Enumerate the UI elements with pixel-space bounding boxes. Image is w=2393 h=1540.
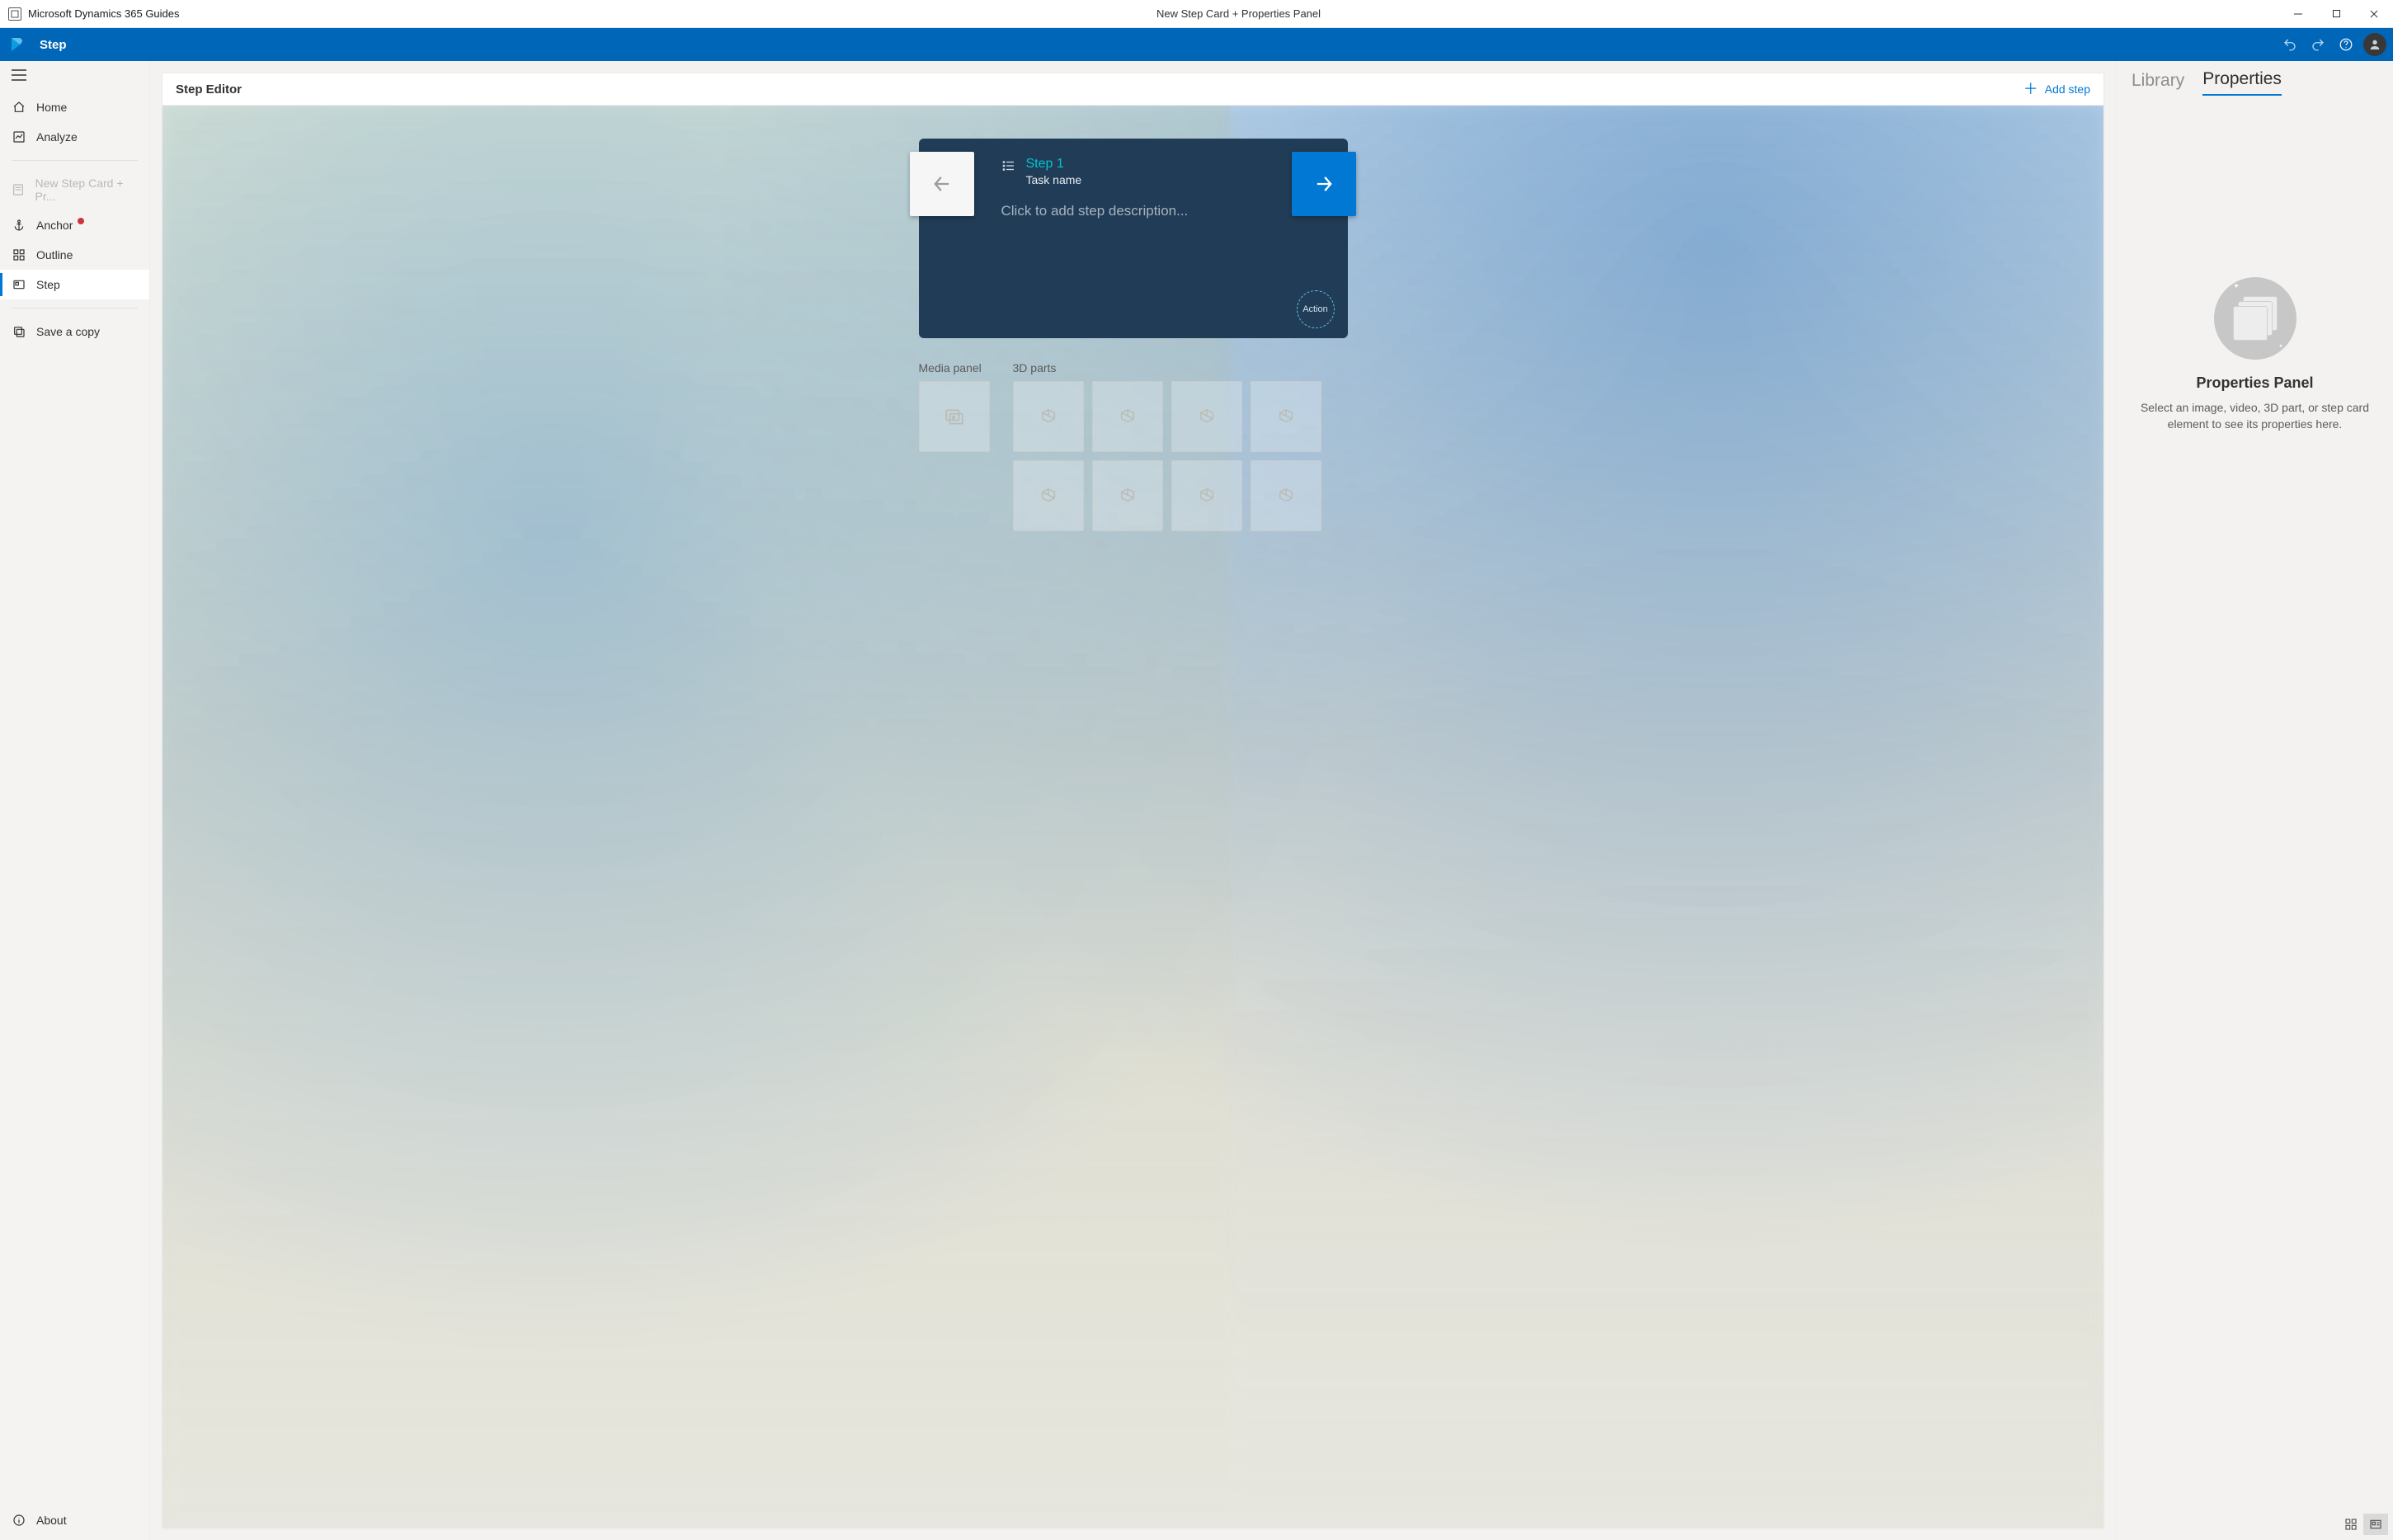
right-panel-tabs: Library Properties bbox=[2117, 61, 2393, 96]
app-title: Microsoft Dynamics 365 Guides bbox=[0, 0, 198, 27]
sidebar-item-label: Step bbox=[36, 278, 60, 291]
sidebar-item-analyze[interactable]: Analyze bbox=[0, 122, 149, 152]
right-panel-view-toggle bbox=[2117, 1510, 2393, 1540]
ribbon-page-title: Step bbox=[36, 38, 67, 52]
step-editor-header: Step Editor ＋ Add step bbox=[163, 73, 2103, 106]
hamburger-button[interactable] bbox=[0, 61, 149, 89]
part-slot[interactable] bbox=[1092, 460, 1163, 531]
part-slot[interactable] bbox=[1013, 460, 1084, 531]
add-step-label: Add step bbox=[2045, 82, 2090, 96]
sidebar-item-label: Anchor bbox=[36, 219, 73, 232]
sidebar-item-label: About bbox=[36, 1514, 67, 1527]
main-region: Home Analyze New Step Card + Pr... bbox=[0, 61, 2393, 1540]
sidebar-item-label: Outline bbox=[36, 248, 73, 261]
sidebar-item-label: Analyze bbox=[36, 130, 78, 144]
parts-panel-column: 3D parts bbox=[1013, 361, 1321, 531]
document-title: New Step Card + Properties Panel bbox=[198, 0, 2279, 27]
nav-document: New Step Card + Pr... Anchor Outline S bbox=[0, 166, 149, 303]
app-title-text: Microsoft Dynamics 365 Guides bbox=[28, 7, 180, 20]
previous-step-button[interactable] bbox=[910, 152, 974, 216]
step-description-input[interactable]: Click to add step description... bbox=[919, 191, 1348, 323]
part-slot[interactable] bbox=[1092, 381, 1163, 452]
step-icon bbox=[12, 277, 26, 292]
task-name-label[interactable]: Task name bbox=[1026, 173, 1082, 186]
home-icon bbox=[12, 100, 26, 115]
sidebar: Home Analyze New Step Card + Pr... bbox=[0, 61, 150, 1540]
sidebar-item-label: New Step Card + Pr... bbox=[35, 177, 139, 203]
sidebar-item-about[interactable]: About bbox=[0, 1505, 149, 1535]
detail-view-button[interactable] bbox=[2363, 1514, 2388, 1535]
part-slot[interactable] bbox=[1171, 381, 1242, 452]
anchor-icon bbox=[12, 218, 26, 233]
sidebar-item-outline[interactable]: Outline bbox=[0, 240, 149, 270]
nav-primary: Home Analyze bbox=[0, 89, 149, 155]
app-icon bbox=[8, 7, 21, 21]
window-controls bbox=[2279, 0, 2393, 27]
action-chip-label: Action bbox=[1302, 304, 1328, 314]
right-panel: Library Properties Properties Panel Sele… bbox=[2116, 61, 2393, 1540]
properties-empty-state: Properties Panel Select an image, video,… bbox=[2117, 96, 2393, 1510]
editor-stage: Step 1 Task name Click to add step descr… bbox=[163, 106, 2103, 1528]
task-list-icon bbox=[1001, 158, 1016, 173]
sidebar-item-step[interactable]: Step bbox=[0, 270, 149, 299]
step-card[interactable]: Step 1 Task name Click to add step descr… bbox=[919, 139, 1348, 338]
help-button[interactable] bbox=[2332, 31, 2360, 59]
part-slot[interactable] bbox=[1171, 460, 1242, 531]
save-copy-icon bbox=[12, 324, 26, 339]
window-minimize-button[interactable] bbox=[2279, 0, 2317, 27]
tab-library[interactable]: Library bbox=[2132, 71, 2184, 96]
sidebar-item-save-copy[interactable]: Save a copy bbox=[0, 317, 149, 346]
asset-panels: Media panel 3D parts bbox=[919, 361, 1348, 531]
sidebar-item-label: Save a copy bbox=[36, 325, 100, 338]
redo-button[interactable] bbox=[2304, 31, 2332, 59]
sidebar-item-home[interactable]: Home bbox=[0, 92, 149, 122]
step-card-header: Step 1 Task name bbox=[919, 139, 1348, 191]
app-ribbon: Step bbox=[0, 28, 2393, 61]
part-slot[interactable] bbox=[1013, 381, 1084, 452]
info-icon bbox=[12, 1513, 26, 1528]
outline-icon bbox=[12, 247, 26, 262]
part-slot[interactable] bbox=[1251, 381, 1321, 452]
media-slot[interactable] bbox=[919, 381, 990, 452]
window-close-button[interactable] bbox=[2355, 0, 2393, 27]
add-step-button[interactable]: ＋ Add step bbox=[2023, 82, 2090, 97]
undo-button[interactable] bbox=[2276, 31, 2304, 59]
analyze-icon bbox=[12, 130, 26, 144]
nav-divider bbox=[12, 160, 138, 161]
properties-empty-description: Select an image, video, 3D part, or step… bbox=[2140, 400, 2370, 432]
nav-actions: Save a copy bbox=[0, 313, 149, 350]
step-editor-card: Step Editor ＋ Add step bbox=[162, 73, 2104, 1528]
properties-empty-icon bbox=[2214, 277, 2296, 360]
step-number-label[interactable]: Step 1 bbox=[1026, 157, 1082, 172]
parts-panel-label: 3D parts bbox=[1013, 361, 1321, 374]
media-panel-column: Media panel bbox=[919, 361, 990, 531]
plus-icon: ＋ bbox=[2023, 82, 2038, 97]
user-avatar[interactable] bbox=[2363, 33, 2386, 56]
window-titlebar: Microsoft Dynamics 365 Guides New Step C… bbox=[0, 0, 2393, 28]
part-slot[interactable] bbox=[1251, 460, 1321, 531]
tab-properties[interactable]: Properties bbox=[2202, 69, 2282, 96]
document-icon bbox=[12, 182, 26, 197]
window-maximize-button[interactable] bbox=[2317, 0, 2355, 27]
sidebar-item-anchor[interactable]: Anchor bbox=[0, 210, 149, 240]
grid-view-button[interactable] bbox=[2339, 1514, 2363, 1535]
dynamics-logo-icon[interactable] bbox=[0, 28, 36, 61]
action-chip[interactable]: Action bbox=[1297, 290, 1335, 328]
sidebar-item-label: Home bbox=[36, 101, 67, 114]
step-editor-title: Step Editor bbox=[176, 82, 242, 97]
next-step-button[interactable] bbox=[1292, 152, 1356, 216]
workspace: Step Editor ＋ Add step bbox=[150, 61, 2116, 1540]
sidebar-item-recent-doc[interactable]: New Step Card + Pr... bbox=[0, 169, 149, 210]
properties-empty-title: Properties Panel bbox=[2196, 374, 2313, 392]
media-panel-label: Media panel bbox=[919, 361, 990, 374]
anchor-alert-indicator bbox=[78, 218, 84, 224]
